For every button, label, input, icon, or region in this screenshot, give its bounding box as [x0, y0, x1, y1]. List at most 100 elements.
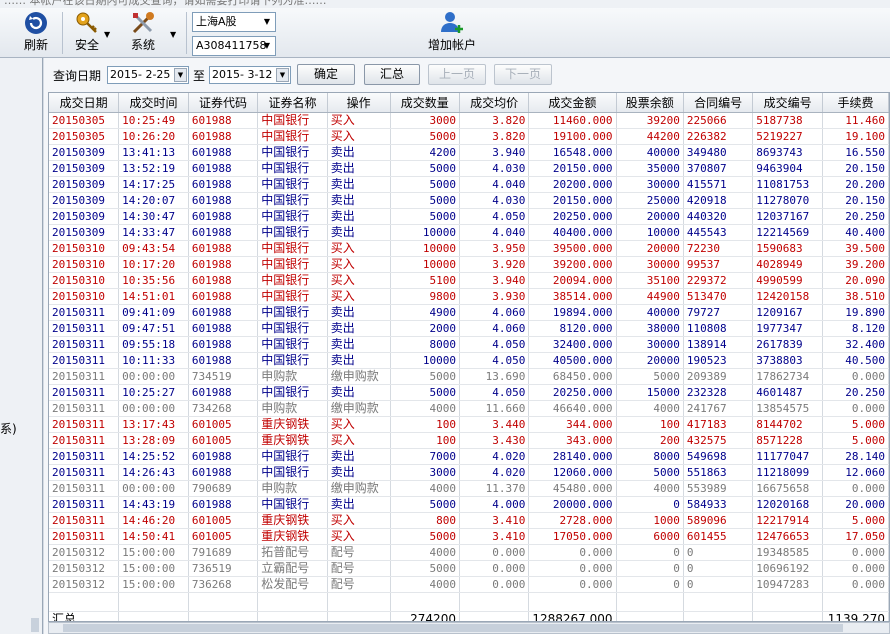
table-row[interactable]: 20150311 14:50:41 601005 重庆钢铁 买入 5000 3.410 170… [49, 528, 889, 545]
table-cell [459, 610, 530, 621]
column-header[interactable]: 成交编号 [752, 93, 823, 113]
confirm-button[interactable]: 确定 [297, 64, 355, 85]
column-header[interactable]: 手续费 [822, 93, 889, 113]
table-row[interactable]: 20150311 00:00:00 734268 申购款 缴申购款 4000 11.660 4… [49, 400, 889, 417]
column-header[interactable]: 成交均价 [459, 93, 530, 113]
table-cell: 4000 [616, 480, 684, 497]
table-row[interactable]: 20150311 14:25:52 601988 中国银行 卖出 7000 4.020 281… [49, 448, 889, 465]
security-dropdown-arrow-icon[interactable]: ▼ [104, 30, 110, 39]
table-cell: 20150311 [49, 304, 120, 321]
table-cell: 重庆钢铁 [257, 528, 328, 545]
table-cell: 601005 [188, 512, 259, 529]
system-button[interactable]: 系统 [118, 10, 168, 56]
add-account-button[interactable]: 增加帐户 [422, 10, 482, 56]
table-cell: 601988 [188, 336, 259, 353]
scrollbar-thumb[interactable] [63, 624, 843, 632]
table-cell: 5000 [390, 192, 460, 209]
start-date-picker[interactable]: 2015- 2-25 ▼ [107, 66, 189, 84]
table-row[interactable]: 20150310 09:43:54 601988 中国银行 买入 10000 3.950 39… [49, 240, 889, 257]
table-row[interactable]: 20150312 15:00:00 736519 立霸配号 配号 5000 0.000 0.0… [49, 560, 889, 577]
table-row[interactable]: 20150309 14:33:47 601988 中国银行 卖出 10000 4.040 40… [49, 224, 889, 241]
end-date-picker[interactable]: 2015- 3-12 ▼ [209, 66, 291, 84]
table-cell: 14:17:25 [118, 176, 189, 193]
table-row[interactable]: 20150311 13:28:09 601005 重庆钢铁 买入 100 3.430 343.… [49, 432, 889, 449]
table-cell [752, 592, 823, 612]
table-cell: 10:25:49 [118, 112, 189, 129]
horizontal-scrollbar[interactable] [48, 622, 890, 634]
prev-page-button[interactable]: 上一页 [428, 64, 486, 85]
table-cell [188, 610, 259, 621]
table-cell: 11081753 [752, 176, 823, 193]
table-cell [616, 592, 684, 612]
table-cell: 5219227 [752, 128, 823, 145]
table-row[interactable]: 20150310 10:35:56 601988 中国银行 买入 5100 3.940 200… [49, 272, 889, 289]
column-header[interactable]: 证券代码 [188, 93, 259, 113]
table-row[interactable]: 20150310 14:51:01 601988 中国银行 买入 9800 3.930 385… [49, 288, 889, 305]
column-header[interactable]: 成交数量 [390, 93, 460, 113]
table-row[interactable]: 20150312 15:00:00 736268 松发配号 配号 4000 0.000 0.0… [49, 576, 889, 593]
table-cell: 卖出 [327, 304, 391, 321]
trade-history-table: 成交日期 成交时间 证券代码 证券名称 操作 成交数量 成交均价 成交金额 股票余额 合同编号 成交… [48, 92, 890, 622]
column-header[interactable]: 股票余额 [616, 93, 684, 113]
table-cell: 0 [616, 544, 684, 561]
table-row[interactable]: 20150309 14:30:47 601988 中国银行 卖出 5000 4.050 202… [49, 208, 889, 225]
table-row[interactable]: 20150312 15:00:00 791689 拓普配号 配号 4000 0.000 0.0… [49, 544, 889, 561]
table-row[interactable]: 20150311 00:00:00 790689 申购款 缴申购款 4000 11.370 4… [49, 480, 889, 497]
table-cell: 11218099 [752, 464, 823, 481]
table-row[interactable]: 20150311 10:25:27 601988 中国银行 卖出 5000 4.050 202… [49, 384, 889, 401]
column-header[interactable]: 成交日期 [49, 93, 120, 113]
column-header[interactable]: 操作 [327, 93, 391, 113]
table-row[interactable]: 20150311 09:41:09 601988 中国银行 卖出 4900 4.060 198… [49, 304, 889, 321]
table-cell: 拓普配号 [257, 544, 328, 561]
column-header[interactable]: 合同编号 [683, 93, 754, 113]
table-cell [822, 592, 889, 612]
table-cell: 卖出 [327, 160, 391, 177]
table-cell: 0 [683, 544, 754, 561]
table-cell: 19.100 [822, 128, 889, 145]
system-dropdown-arrow-icon[interactable]: ▼ [170, 30, 176, 39]
table-row[interactable]: 20150311 09:47:51 601988 中国银行 卖出 2000 4.060 812… [49, 320, 889, 337]
table-cell: 10000 [390, 256, 460, 273]
table-cell: 20150309 [49, 208, 120, 225]
table-cell: 4000 [616, 400, 684, 417]
table-cell: 20150311 [49, 352, 120, 369]
table-cell: 68450.000 [528, 368, 617, 385]
table-cell: 5000 [616, 464, 684, 481]
column-header[interactable]: 成交时间 [118, 93, 189, 113]
table-cell [616, 610, 684, 621]
table-row[interactable]: 20150309 14:17:25 601988 中国银行 卖出 5000 4.040 202… [49, 176, 889, 193]
column-header[interactable]: 证券名称 [257, 93, 328, 113]
column-header[interactable]: 成交金额 [528, 93, 617, 113]
refresh-button[interactable]: 刷新 [16, 10, 56, 56]
table-cell: 5100 [390, 272, 460, 289]
next-page-button[interactable]: 下一页 [494, 64, 552, 85]
table-cell: 110808 [683, 320, 754, 337]
table-row[interactable]: 20150309 14:20:07 601988 中国银行 卖出 5000 4.030 201… [49, 192, 889, 209]
table-cell: 551863 [683, 464, 754, 481]
table-row[interactable]: 20150310 10:17:20 601988 中国银行 买入 10000 3.920 39… [49, 256, 889, 273]
table-cell [327, 592, 391, 612]
table-row[interactable]: 20150305 10:26:20 601988 中国银行 买入 5000 3.820 191… [49, 128, 889, 145]
table-row[interactable]: 20150311 13:17:43 601005 重庆钢铁 买入 100 3.440 344.… [49, 416, 889, 433]
account-select[interactable]: A308411758 ▼ [192, 36, 276, 56]
summary-button[interactable]: 汇总 [364, 64, 420, 85]
table-row[interactable]: 20150311 09:55:18 601988 中国银行 卖出 8000 4.050 324… [49, 336, 889, 353]
left-panel-scrollbar[interactable] [31, 618, 39, 632]
table-row[interactable]: 20150311 14:46:20 601005 重庆钢铁 买入 800 3.410 2728… [49, 512, 889, 529]
table-row[interactable]: 20150311 00:00:00 734519 申购款 缴申购款 5000 13.690 6… [49, 368, 889, 385]
market-select[interactable]: 上海A股 ▼ [192, 12, 276, 32]
table-cell: 4000 [390, 544, 460, 561]
table-row[interactable]: 20150309 13:41:13 601988 中国银行 卖出 4200 3.940 165… [49, 144, 889, 161]
table-row[interactable]: 20150311 14:43:19 601988 中国银行 卖出 5000 4.000 200… [49, 496, 889, 513]
table-row[interactable]: 20150311 14:26:43 601988 中国银行 卖出 3000 4.020 120… [49, 464, 889, 481]
table-cell: 13:41:13 [118, 144, 189, 161]
table-cell: 20150311 [49, 496, 120, 513]
table-cell: 卖出 [327, 464, 391, 481]
table-cell: 4.030 [459, 160, 530, 177]
table-cell: 3.940 [459, 144, 530, 161]
table-cell: 20150309 [49, 176, 120, 193]
table-row[interactable]: 20150305 10:25:49 601988 中国银行 买入 3000 3.820 114… [49, 112, 889, 129]
table-cell: 39.500 [822, 240, 889, 257]
table-row[interactable]: 20150311 10:11:33 601988 中国银行 卖出 10000 4.050 40… [49, 352, 889, 369]
table-row[interactable]: 20150309 13:52:19 601988 中国银行 卖出 5000 4.030 201… [49, 160, 889, 177]
